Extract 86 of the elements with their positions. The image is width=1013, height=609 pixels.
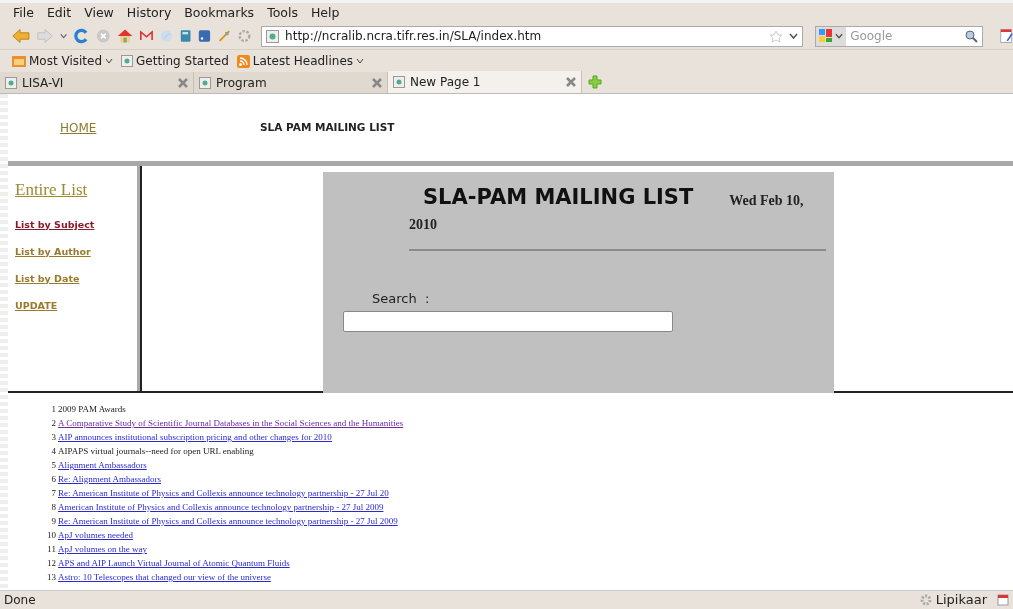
search-icon[interactable] [965,29,979,43]
gear-icon[interactable] [238,28,252,44]
item-number: 3 [50,432,57,443]
search-label: Search : [372,289,431,308]
page-icon [393,76,405,88]
date-text: Wed Feb 10, [729,191,804,210]
item-number: 1 [50,404,57,415]
sidebar-link[interactable]: List by Author [15,244,137,259]
menu-item[interactable]: Help [310,3,340,23]
item-number: 4 [50,446,57,457]
item-number: 10 [46,530,57,541]
back-icon[interactable] [12,27,30,45]
list-link[interactable]: Re: American Institute of Physics and Collexis announce technology partnership - 27 Jul 20 [58,488,389,499]
addon-label[interactable]: Lipikaar [935,590,987,609]
close-icon[interactable] [566,77,576,87]
bookmark-item[interactable]: Latest Headlines [236,52,364,70]
search-field[interactable]: Google [815,25,984,47]
item-number: 7 [50,488,57,499]
item-number: 11 [46,544,57,555]
home-icon[interactable] [117,27,134,45]
chevron-down-icon[interactable] [789,32,799,40]
list-link[interactable]: APS and AIP Launch Virtual Journal of Atomic Quantum Fluids [58,558,290,569]
entire-list-link[interactable]: Entire List [15,177,137,203]
page-icon [121,55,134,67]
item-number: 5 [50,460,57,471]
search-input[interactable]: Google [846,27,966,45]
menu-item[interactable]: History [126,3,172,23]
close-icon[interactable] [178,77,188,88]
item-number: 13 [46,572,57,583]
plus-icon[interactable] [588,75,602,89]
chevron-down-icon[interactable] [59,32,68,40]
status-text: Done [4,592,37,609]
menu-item[interactable]: Tools [267,3,298,23]
menu-item[interactable]: Bookmarks [184,3,255,23]
menu-item[interactable]: Edit [46,3,72,23]
notepad-icon[interactable] [997,594,1009,606]
url-text: http://ncralib.ncra.tifr.res.in/SLA/index.htm [285,28,543,45]
item-number: 6 [50,474,57,485]
google-icon [819,29,834,43]
item-number: 2 [50,418,57,429]
list-link[interactable]: Alignment Ambassadors [58,460,147,471]
list-link[interactable]: ApJ volumes needed [58,530,133,541]
search-input[interactable] [343,311,673,332]
item-number: 12 [46,558,57,569]
search-engine-button[interactable] [816,26,847,46]
page-icon [266,29,280,43]
list-link[interactable]: AIP announces institutional subscription pricing and other changes for 2010 [58,432,332,443]
folder-icon [12,55,26,67]
list-link[interactable]: American Institute of Physics and Collexis announce technology partnership - 27 Jul 2009 [58,502,384,513]
list-link[interactable]: Astro: 10 Telescopes that changed our view of the universe [58,572,271,583]
stop-icon[interactable] [95,27,111,45]
page-icon [5,76,17,89]
sidebar-link[interactable]: List by Subject [15,217,137,232]
list-link[interactable]: ApJ volumes on the way [58,544,147,555]
year-text: 2010 [409,215,438,234]
list-link[interactable]: Re: Alignment Ambassadors [58,474,161,485]
chevron-down-icon [835,32,844,40]
gear-icon[interactable] [919,594,932,606]
menu-item[interactable]: View [84,3,114,23]
browser-tab[interactable]: Program [194,72,388,93]
chevron-down-icon [356,58,364,64]
star-icon[interactable] [769,29,784,43]
page-icon [199,76,211,89]
item-number: 9 [50,516,57,527]
sidebar-link[interactable]: UPDATE [15,299,137,314]
list-text: 2009 PAM Awards [58,404,126,415]
list-link[interactable]: Re: American Institute of Physics and Collexis announce technology partnership - 27 Jul 2009 [58,516,398,527]
browser-tab[interactable]: LISA-VI [0,72,194,93]
page-heading: SLA PAM MAILING LIST [260,119,395,135]
chevron-down-icon [105,58,114,64]
reload-icon[interactable] [74,27,89,45]
menu-item[interactable]: File [13,3,34,23]
bookmark-item[interactable]: Most Visited [12,52,114,70]
close-icon[interactable] [372,77,382,88]
notepad-icon[interactable] [1000,27,1013,45]
home-link[interactable]: HOME [60,118,260,137]
bookmark-item[interactable]: Getting Started [121,52,229,70]
list-link[interactable]: A Comparative Study of Scientific Journal Databases in the Social Sciences and the Humanities [58,418,404,429]
address-field[interactable]: http://ncralib.ncra.tifr.res.in/SLA/index.htm [261,25,804,47]
mail-icon[interactable] [140,29,154,43]
browser-tab[interactable]: New Page 1 [388,71,582,93]
panel-title: SLA-PAM MAILING LIST [423,184,694,211]
item-number: 8 [50,502,57,513]
book-icon[interactable] [180,28,192,44]
sidebar-link[interactable]: List by Date [15,272,137,287]
list-text: AIPAPS virtual journals--need for open URL enabling [58,446,254,457]
